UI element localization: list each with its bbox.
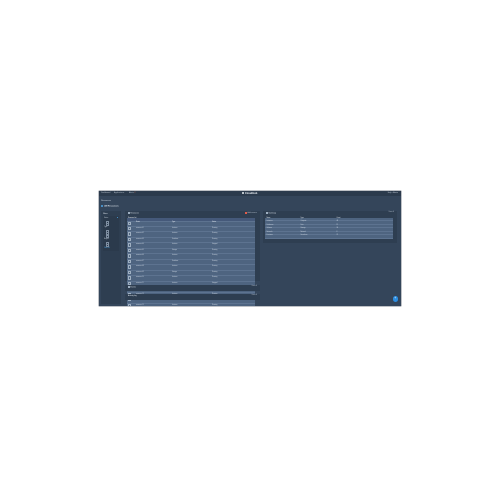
- events-view-all-button[interactable]: View all: [252, 286, 257, 288]
- row-checkbox-icon[interactable]: [128, 237, 132, 242]
- table-cell: Functions: [265, 234, 301, 239]
- brand-logo[interactable]: CloudHub: [242, 192, 257, 195]
- table-row[interactable]: resource-15 Instance Running: [126, 303, 255, 306]
- add-resource-label: Add resource: [247, 213, 257, 215]
- nav-dashboard[interactable]: Dashboard: [101, 192, 110, 194]
- page-title: All Resources: [101, 205, 119, 208]
- add-resource-button[interactable]: Add resource: [245, 212, 257, 215]
- resource-icon: [101, 205, 104, 208]
- filter-option[interactable]: [106, 234, 110, 239]
- summary-title-text: Summary: [268, 212, 277, 215]
- resources-card-title: Resources: [128, 212, 139, 215]
- filter-box: Status Type Region Clear all: [103, 216, 119, 251]
- checkbox-icon[interactable]: [106, 234, 110, 238]
- breadcrumb[interactable]: Resources: [101, 200, 111, 202]
- table-cell: resource-15: [136, 303, 172, 306]
- table-cell: Serverless: [300, 234, 337, 239]
- top-right-menu: Help Admin: [388, 192, 398, 194]
- brand-name: CloudHub: [244, 191, 258, 195]
- row-checkbox-icon[interactable]: [128, 270, 132, 275]
- activity-card: Activity log View all: [125, 294, 260, 300]
- events-title-text: Events: [130, 286, 136, 289]
- nav-alerts[interactable]: Alerts 2: [129, 192, 135, 194]
- activity-card-title: Activity log: [128, 295, 137, 297]
- resources-table: Resource list Name Type Status resource-…: [126, 218, 255, 306]
- plus-icon[interactable]: +: [392, 296, 398, 302]
- row-checkbox-icon[interactable]: [128, 248, 132, 253]
- row-checkbox-icon[interactable]: [128, 243, 132, 247]
- alert-count-badge: 2: [134, 192, 136, 195]
- row-checkbox-icon[interactable]: [128, 254, 132, 258]
- row-checkbox-icon[interactable]: [128, 226, 132, 231]
- table-cell: 21: [336, 234, 393, 239]
- resources-title-text: Resources: [130, 212, 139, 215]
- nav-applications[interactable]: Applications: [114, 192, 124, 194]
- activity-title-text: Activity log: [128, 295, 137, 298]
- summary-view-all-button[interactable]: View all: [389, 212, 394, 214]
- filter-panel: Filters Status Type Region Clear all: [101, 211, 121, 304]
- row-checkbox-icon[interactable]: [128, 303, 132, 306]
- checkbox-icon[interactable]: [106, 223, 110, 227]
- page-title-text: All Resources: [104, 205, 119, 208]
- activity-view-all-button[interactable]: View all: [252, 295, 257, 297]
- table-row[interactable]: Functions Serverless 21: [265, 234, 393, 239]
- row-checkbox-icon[interactable]: [128, 276, 132, 280]
- user-menu[interactable]: Admin: [393, 192, 398, 194]
- resources-card: Resources Add resource Resource list Nam…: [125, 211, 260, 306]
- clear-filters-link[interactable]: Clear all: [104, 248, 110, 250]
- filter-title: Filters: [103, 212, 108, 215]
- row-select-cell[interactable]: [126, 303, 136, 306]
- top-bar: Dashboard Applications Alerts 2 CloudHub…: [99, 191, 401, 196]
- active-filter-dot-icon: [117, 217, 119, 219]
- summary-card: Summary View all Name Type Count Instanc…: [263, 211, 397, 243]
- help-link[interactable]: Help: [388, 192, 392, 194]
- table-cell: Running: [212, 303, 255, 306]
- summary-table: Name Type Count Instances Compute 48 Databa…: [265, 217, 393, 239]
- table-cell: Instance: [172, 303, 212, 306]
- events-card-title: Events: [128, 286, 136, 289]
- app-window: Dashboard Applications Alerts 2 CloudHub…: [99, 191, 401, 306]
- events-card: Events View all: [125, 285, 260, 291]
- row-checkbox-icon[interactable]: [128, 232, 132, 236]
- select-all-checkbox-icon[interactable]: [128, 221, 132, 225]
- summary-card-title: Summary: [266, 212, 277, 215]
- row-checkbox-icon[interactable]: [128, 259, 132, 264]
- row-checkbox-icon[interactable]: [128, 265, 132, 269]
